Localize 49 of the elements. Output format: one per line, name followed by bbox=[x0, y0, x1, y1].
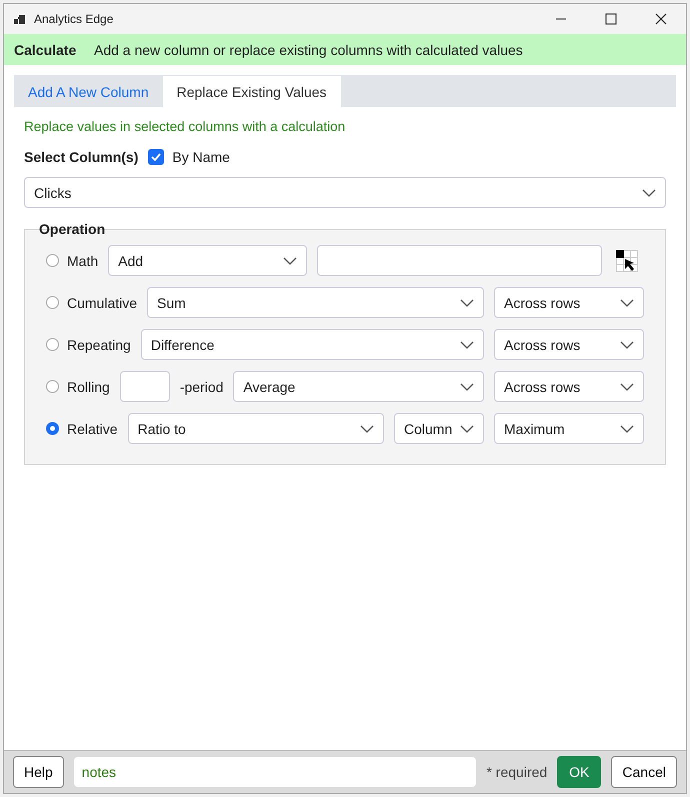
chevron-down-icon bbox=[620, 298, 634, 306]
checkmark-icon bbox=[151, 153, 162, 161]
close-icon bbox=[655, 13, 667, 25]
dropdown[interactable]: Across rows bbox=[494, 329, 644, 360]
chevron-down-icon bbox=[460, 382, 474, 390]
dropdown[interactable]: Ratio to bbox=[128, 413, 384, 444]
by-name-checkbox[interactable]: By Name bbox=[148, 149, 230, 165]
operation-radio[interactable]: Cumulative bbox=[46, 294, 138, 310]
dropdown[interactable]: Average bbox=[233, 371, 484, 402]
chevron-down-icon bbox=[620, 382, 634, 390]
dropdown[interactable]: Across rows bbox=[494, 287, 644, 318]
operation-radio[interactable]: Repeating bbox=[46, 336, 131, 352]
app-icon bbox=[14, 14, 26, 24]
chevron-down-icon bbox=[460, 298, 474, 306]
dropdown[interactable]: Add bbox=[108, 245, 308, 276]
dropdown[interactable]: Across rows bbox=[494, 371, 644, 402]
dropdown[interactable]: Difference bbox=[140, 329, 484, 360]
window-title: Analytics Edge bbox=[34, 12, 114, 26]
dropdown[interactable]: Maximum bbox=[494, 413, 644, 444]
input-field[interactable] bbox=[120, 371, 170, 402]
grid-cursor-icon bbox=[616, 250, 638, 272]
cancel-button[interactable]: Cancel bbox=[611, 756, 677, 788]
chevron-down-icon bbox=[460, 424, 474, 432]
tab[interactable]: Add A New Column bbox=[14, 76, 163, 107]
field-label: Select Column(s) bbox=[24, 149, 138, 165]
dropdown[interactable]: Sum bbox=[147, 287, 484, 318]
chevron-down-icon bbox=[360, 424, 374, 432]
input-field[interactable] bbox=[317, 245, 602, 276]
maximize-icon bbox=[605, 13, 617, 25]
banner-description: Add a new column or replace existing columns with calculated values bbox=[94, 42, 523, 58]
chevron-down-icon bbox=[620, 340, 634, 348]
ok-button[interactable]: OK bbox=[557, 756, 602, 788]
chevron-down-icon bbox=[620, 424, 634, 432]
unit-label: -period bbox=[180, 378, 224, 394]
operation-radio[interactable]: Math bbox=[46, 252, 98, 268]
tab[interactable]: Replace Existing Values bbox=[162, 76, 341, 107]
operation-radio[interactable]: Relative bbox=[46, 420, 118, 436]
help-button[interactable]: Help bbox=[13, 756, 64, 788]
operation-radio[interactable]: Rolling bbox=[46, 378, 110, 394]
required-note: * required bbox=[486, 764, 548, 780]
group-title: Operation bbox=[39, 221, 106, 238]
dropdown[interactable]: Column bbox=[394, 413, 484, 444]
dropdown[interactable]: Clicks bbox=[24, 177, 666, 208]
notes-field[interactable]: notes bbox=[74, 757, 476, 787]
chevron-down-icon bbox=[460, 340, 474, 348]
chevron-down-icon bbox=[283, 256, 298, 264]
chevron-down-icon bbox=[642, 188, 656, 196]
instruction-text: Replace values in selected columns with a calculation bbox=[24, 119, 346, 134]
banner-title: Calculate bbox=[14, 42, 78, 58]
